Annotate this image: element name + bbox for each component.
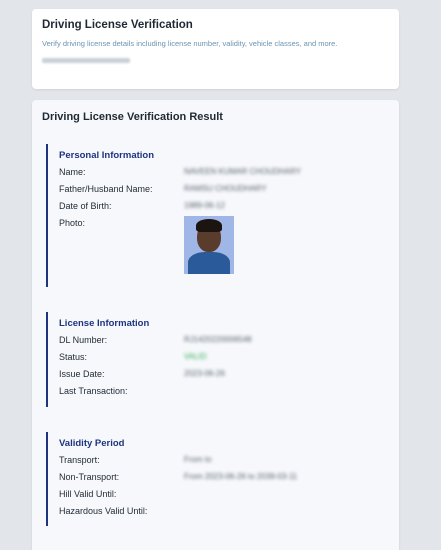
- issue-date-label: Issue Date:: [59, 369, 105, 379]
- verification-result-card: Driving License Verification Result Pers…: [32, 100, 399, 550]
- dob-label: Date of Birth:: [59, 201, 112, 211]
- page-title: Driving License Verification: [42, 19, 193, 31]
- section-heading-validity: Validity Period: [59, 438, 125, 449]
- name-row: Name: NAVEEN KUMAR CHOUDHARY: [59, 165, 386, 182]
- result-title: Driving License Verification Result: [42, 111, 223, 123]
- father-name-row: Father/Husband Name: RAMSU CHOUDHARY: [59, 182, 386, 199]
- name-value: NAVEEN KUMAR CHOUDHARY: [184, 167, 302, 176]
- name-label: Name:: [59, 167, 86, 177]
- non-transport-row: Non-Transport: From 2023-06-26 to 2039-0…: [59, 470, 386, 487]
- transport-value: From to: [184, 455, 212, 464]
- personal-information-section: Personal Information Name: NAVEEN KUMAR …: [46, 144, 386, 287]
- hazardous-valid-label: Hazardous Valid Until:: [59, 506, 148, 516]
- photo-label: Photo:: [59, 218, 86, 228]
- hill-valid-row: Hill Valid Until:: [59, 487, 386, 504]
- license-holder-photo: [184, 216, 234, 274]
- non-transport-value: From 2023-06-26 to 2039-03-11: [184, 472, 298, 481]
- masked-request-id: [42, 58, 130, 63]
- non-transport-label: Non-Transport:: [59, 472, 120, 482]
- license-information-section: License Information DL Number: RJ1420220…: [46, 312, 386, 407]
- dl-number-label: DL Number:: [59, 335, 108, 345]
- father-name-label: Father/Husband Name:: [59, 184, 153, 194]
- status-row: Status: VALID: [59, 350, 386, 367]
- dl-number-value: RJ1420220006548: [184, 335, 252, 344]
- section-heading-license: License Information: [59, 318, 150, 329]
- dl-number-row: DL Number: RJ1420220006548: [59, 333, 386, 350]
- hazardous-valid-row: Hazardous Valid Until:: [59, 504, 386, 521]
- last-transaction-row: Last Transaction:: [59, 384, 386, 401]
- status-badge: VALID: [184, 352, 207, 361]
- page-description: Verify driving license details including…: [42, 39, 338, 48]
- dob-row: Date of Birth: 1989-06-12: [59, 199, 386, 216]
- status-label: Status:: [59, 352, 88, 362]
- validity-period-section: Validity Period Transport: From to Non-T…: [46, 432, 386, 526]
- hill-valid-label: Hill Valid Until:: [59, 489, 117, 499]
- transport-row: Transport: From to: [59, 453, 386, 470]
- section-heading-personal: Personal Information: [59, 150, 155, 161]
- photo-row: Photo:: [59, 216, 386, 276]
- dob-value: 1989-06-12: [184, 201, 225, 210]
- issue-date-value: 2023-06-26: [184, 369, 225, 378]
- father-name-value: RAMSU CHOUDHARY: [184, 184, 267, 193]
- issue-date-row: Issue Date: 2023-06-26: [59, 367, 386, 384]
- transport-label: Transport:: [59, 455, 100, 465]
- verification-header-card: Driving License Verification Verify driv…: [32, 9, 399, 89]
- last-transaction-label: Last Transaction:: [59, 386, 128, 396]
